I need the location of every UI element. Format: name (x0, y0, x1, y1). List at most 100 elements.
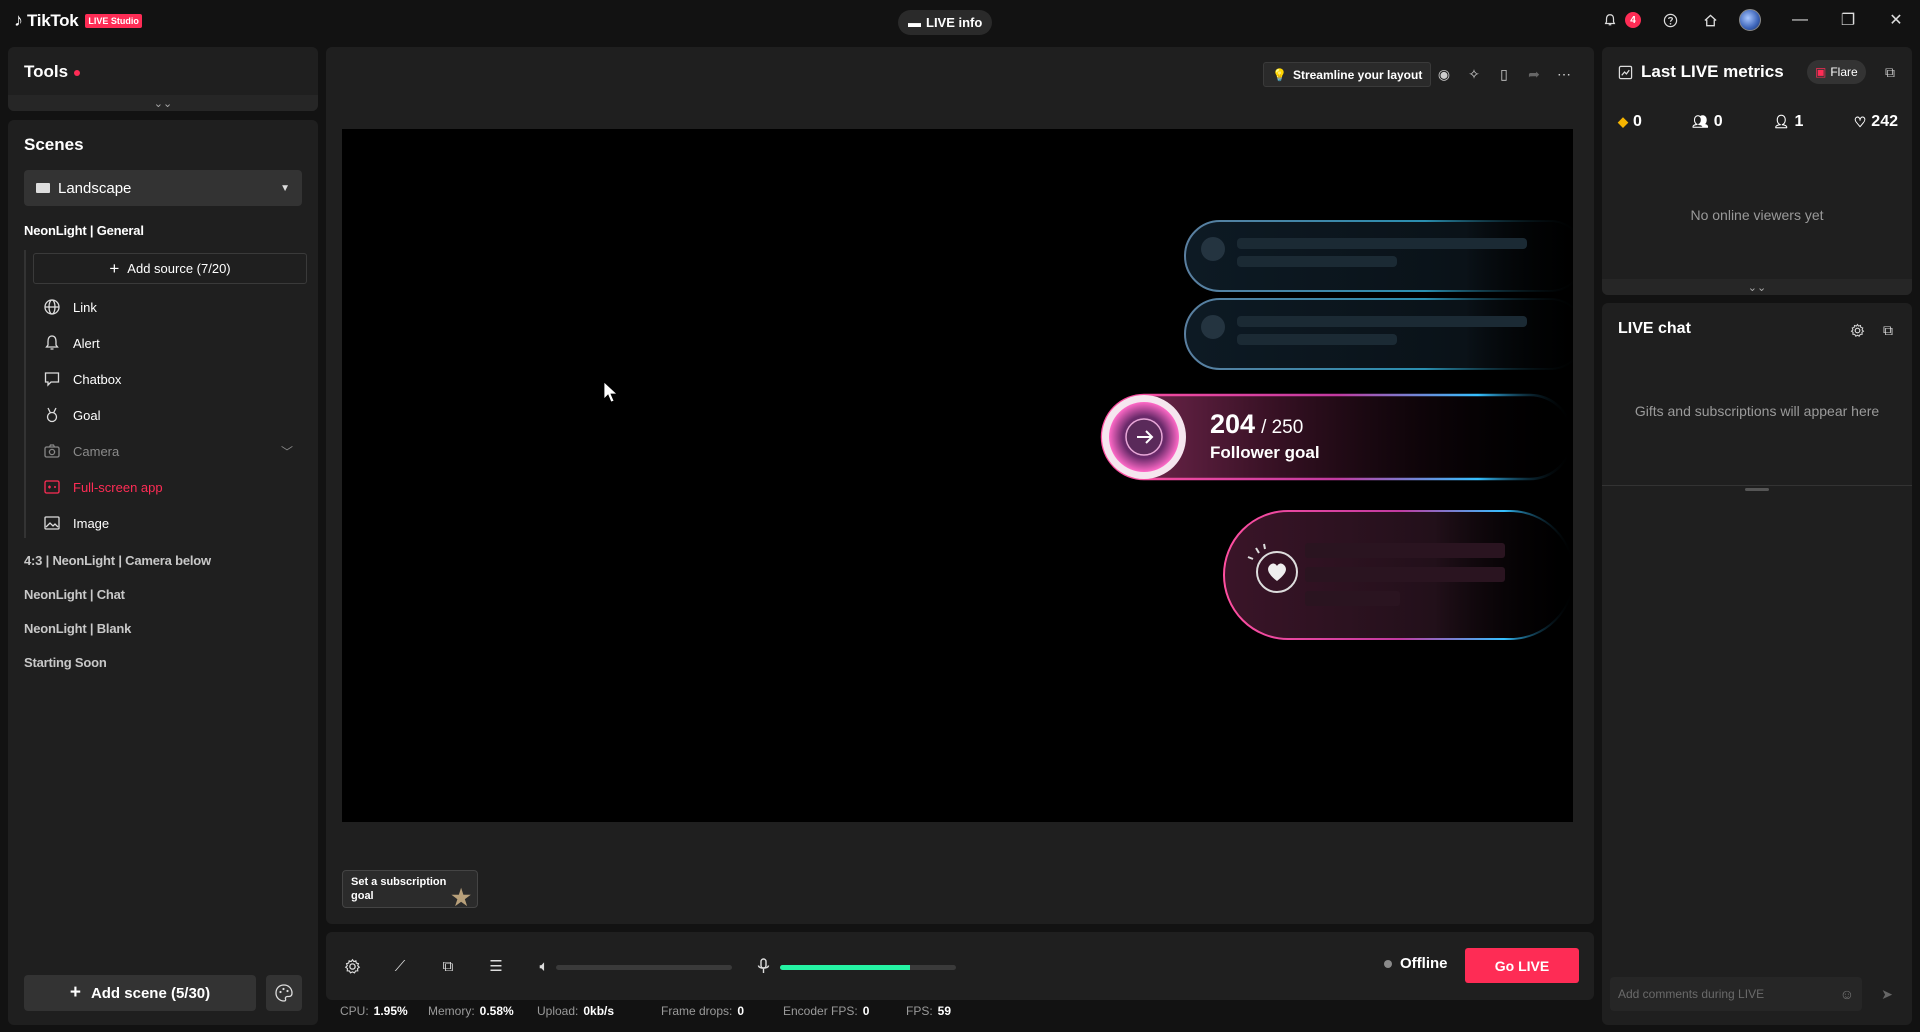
globe-icon (44, 299, 60, 315)
source-item-image[interactable]: Image (33, 508, 307, 538)
status-label: Offline (1400, 955, 1448, 972)
stat-value: 0kb/s (583, 1004, 615, 1018)
gamepad-icon (44, 480, 60, 494)
source-item-camera[interactable]: Camera ﹀ (33, 436, 307, 466)
flare-button[interactable]: ▣ Flare (1807, 60, 1866, 84)
theme-palette-button[interactable] (266, 975, 302, 1011)
add-scene-label: Add scene (5/30) (90, 984, 211, 1002)
stat-value: 1.95% (373, 1004, 408, 1018)
streamline-layout-button[interactable]: 💡 Streamline your layout (1263, 62, 1432, 87)
chat-settings-icon[interactable] (1845, 318, 1869, 342)
notifications-button[interactable]: 4 (1594, 0, 1650, 40)
restore-icon[interactable]: ❐ (1824, 0, 1872, 40)
more-options-icon[interactable]: ⋯ (1552, 62, 1576, 87)
stat-encoder-fps: Encoder FPS: 0 (783, 1004, 906, 1020)
screen-share-icon[interactable]: ⧉ (436, 954, 460, 978)
go-live-button[interactable]: Go LIVE (1465, 948, 1579, 983)
expand-metrics-chevron-icon[interactable]: ⌄⌄ (1602, 279, 1912, 295)
source-item-fullscreen-app[interactable]: Full-screen app (33, 472, 307, 502)
source-item-alert[interactable]: Alert (33, 328, 307, 358)
mouse-cursor (603, 381, 619, 403)
metric-value: 1 (1794, 113, 1804, 130)
stat-value: 0 (862, 1004, 870, 1018)
logo-text: TikTok (27, 10, 79, 30)
live-info-button[interactable]: ▬ LIVE info (898, 10, 993, 35)
metric-new-followers: 👤︎ 1 (1773, 113, 1803, 131)
scene-group-active[interactable]: NeonLight | General (24, 223, 144, 238)
follower-goal-count: 204 / 250 (1210, 409, 1303, 440)
stat-upload: Upload: 0kb/s (537, 1004, 661, 1020)
metric-value: 0 (1633, 113, 1642, 130)
profile-avatar[interactable] (1730, 0, 1770, 40)
comment-input[interactable]: Add comments during LIVE ☺ (1610, 977, 1862, 1011)
stat-label: FPS: (906, 1004, 933, 1018)
source-label: Link (73, 299, 97, 315)
stat-label: CPU: (340, 1004, 369, 1018)
scene-group-item[interactable]: NeonLight | Blank (24, 621, 131, 636)
star-icon: ★ (451, 885, 471, 910)
set-subscription-goal-button[interactable]: Set a subscription goal ★ (342, 870, 478, 910)
stat-value: 0 (737, 1004, 745, 1018)
magic-wand-icon[interactable]: ⟋ (388, 954, 412, 978)
flare-icon: ▣ (1815, 65, 1827, 79)
stat-label: Memory: (428, 1004, 475, 1018)
status-dot (1384, 959, 1392, 968)
orientation-dropdown[interactable]: Landscape ▼ (24, 170, 302, 206)
new-dot-indicator (74, 69, 81, 76)
add-scene-button[interactable]: + Add scene (5/30) (24, 975, 256, 1011)
speaker-icon[interactable]: 🔈︎ (532, 954, 556, 978)
source-label: Goal (73, 407, 101, 423)
stream-preview-canvas[interactable]: 204 / 250 Follower goal (342, 129, 1573, 822)
bell-icon (1604, 14, 1616, 26)
source-item-link[interactable]: Link (33, 292, 307, 322)
scene-group-item[interactable]: Starting Soon (24, 655, 107, 670)
scene-group-item[interactable]: 4:3 | NeonLight | Camera below (24, 553, 211, 568)
metrics-title-text: Last LIVE metrics (1641, 62, 1784, 81)
source-item-goal[interactable]: Goal (33, 400, 307, 430)
mixer-sliders-icon[interactable]: ☰ (484, 954, 508, 978)
share-icon[interactable]: ➦ (1522, 62, 1546, 87)
volume-slider[interactable] (556, 965, 732, 970)
live-chat-title: LIVE chat (1618, 320, 1691, 337)
flare-label: Flare (1830, 65, 1858, 79)
expand-tools-chevron-icon[interactable]: ⌄⌄ (8, 95, 318, 111)
scene-group-item[interactable]: NeonLight | Chat (24, 587, 125, 602)
stat-frame-drops: Frame drops: 0 (661, 1004, 783, 1020)
microphone-icon[interactable] (751, 954, 775, 978)
close-icon[interactable]: ✕ (1872, 0, 1920, 40)
sources-rail (24, 250, 26, 538)
orientation-value: Landscape (58, 179, 132, 197)
like-widget-placeholder (1223, 510, 1573, 640)
emoji-icon[interactable]: ☺ (1840, 986, 1854, 1002)
popout-icon[interactable]: ⧉ (1878, 60, 1902, 85)
metric-viewers: 👥︎ 0 (1692, 113, 1722, 131)
portrait-toggle-icon[interactable]: ▯ (1492, 62, 1516, 87)
metric-value: 242 (1871, 113, 1898, 130)
tiktok-logo: ♪ TikTok LIVE Studio (14, 10, 142, 31)
home-icon[interactable] (1690, 0, 1730, 40)
settings-gear-icon[interactable] (340, 954, 364, 978)
microphone-level-slider[interactable] (780, 965, 956, 970)
add-source-button[interactable]: + Add source (7/20) (33, 253, 307, 284)
follower-current: 204 (1210, 409, 1256, 439)
resize-handle[interactable] (1745, 488, 1769, 491)
record-icon[interactable]: ◉ (1432, 62, 1456, 87)
source-label: Image (73, 515, 110, 531)
send-icon[interactable]: ➤ (1876, 983, 1898, 1005)
chat-popout-icon[interactable]: ⧉ (1876, 318, 1900, 342)
sparkle-effects-icon[interactable]: ✧ (1462, 62, 1486, 87)
help-icon[interactable] (1650, 0, 1690, 40)
source-item-chatbox[interactable]: Chatbox (33, 364, 307, 394)
tv-icon: ▬ (908, 15, 921, 30)
performance-stats: CPU: 1.95% Memory: 0.58% Upload: 0kb/s Fram… (340, 1004, 966, 1020)
minimize-icon[interactable]: — (1776, 0, 1824, 40)
stream-controls-bar: ⟋ ⧉ ☰ 🔈︎ Offline Go LIVE (326, 932, 1594, 1000)
stat-label: Encoder FPS: (783, 1004, 858, 1018)
diamond-icon: ◆ (1618, 114, 1628, 129)
stat-label: Upload: (537, 1004, 579, 1018)
lightbulb-icon: 💡 (1272, 67, 1287, 82)
stat-memory: Memory: 0.58% (428, 1004, 537, 1020)
metrics-row: ◆ 0 👥︎ 0 👤︎ 1 ♡ 242 (1618, 113, 1898, 131)
streamline-label: Streamline your layout (1292, 67, 1423, 82)
chevron-down-icon[interactable]: ﹀ (281, 443, 293, 460)
